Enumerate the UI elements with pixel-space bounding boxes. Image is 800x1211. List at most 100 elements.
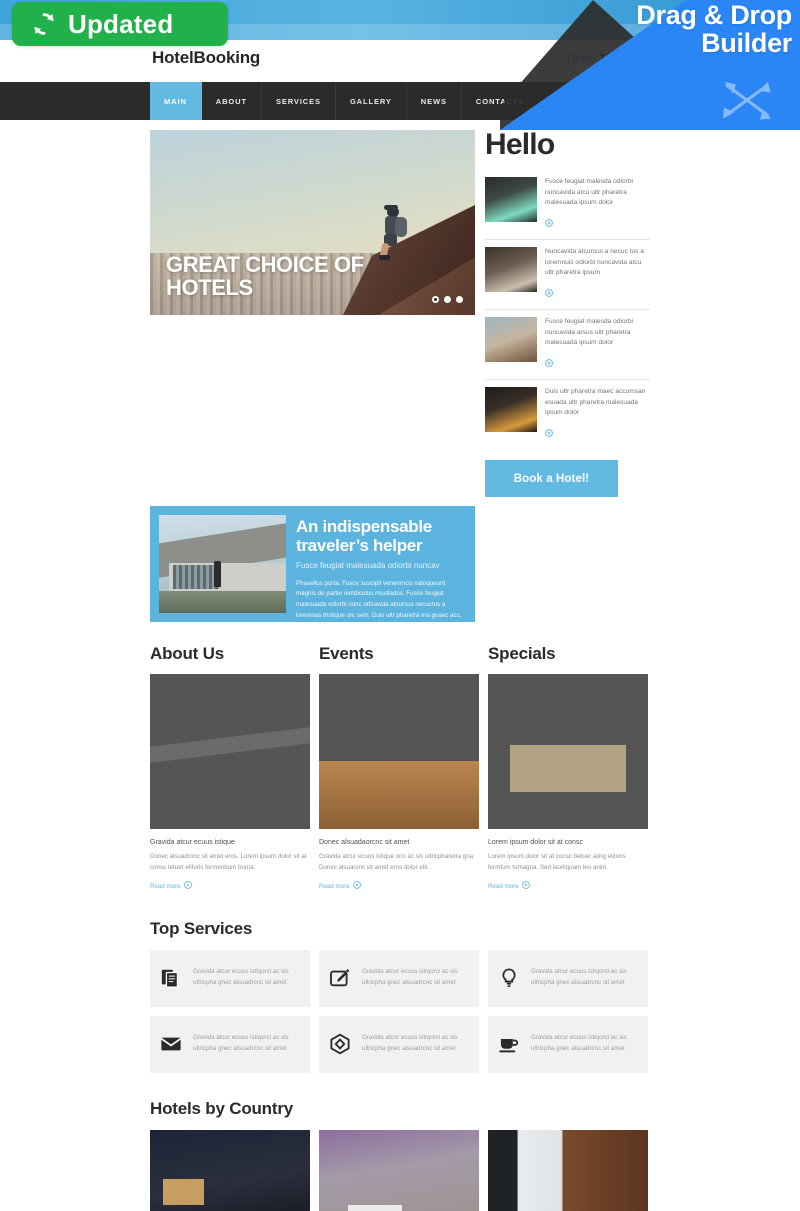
site-logo[interactable]: HotelBooking — [152, 48, 260, 68]
nav-item-services[interactable]: SERVICES — [262, 82, 336, 120]
hello-list-item[interactable]: Fusce feugiat malesda odiorbi nuncavida … — [485, 170, 650, 241]
feature-column-image[interactable] — [150, 674, 310, 830]
phone-number: 123 1234 — [599, 51, 650, 65]
hello-item-text: Fusce feugiat malesda odiorbi nuncavida … — [545, 318, 633, 347]
read-more-label: Read more — [150, 882, 181, 890]
feature-column-title: About Us — [150, 644, 224, 664]
hero-dot-1[interactable] — [432, 296, 439, 303]
feature-column-text: Lorem ipsum dolor sit at consc betuer ai… — [488, 853, 626, 871]
hello-list-item[interactable]: Duis ultr pharetra maec accumsan esuada … — [485, 380, 650, 449]
hello-item-thumbnail[interactable] — [485, 317, 537, 363]
nav-item-news[interactable]: NEWS — [407, 82, 462, 120]
header-phone[interactable]: (800) 123 1234 — [567, 51, 650, 65]
phone-area-code: (800) — [567, 51, 596, 65]
nav-item-contacts[interactable]: CONTACTS — [462, 82, 540, 120]
hello-item-thumbnail[interactable] — [485, 247, 537, 293]
arrow-circle-icon — [521, 881, 530, 891]
service-card-text: Gravida atcur ecuus istiqorci ac sis ult… — [193, 968, 289, 987]
read-more-link[interactable]: Read more — [319, 881, 361, 891]
service-card[interactable]: Gravida atcur ecuus istiqorci ac sis ult… — [319, 949, 479, 1007]
nav-item-gallery[interactable]: GALLERY — [336, 82, 407, 120]
main-navigation: MAIN ABOUT SERVICES GALLERY NEWS CONTACTS — [0, 82, 800, 120]
feature-column-caption: Gravida atcur ecuus istique — [150, 839, 235, 847]
service-card[interactable]: Gravida atcur ecuus istiqorci ac sis ult… — [150, 949, 310, 1007]
hello-item-body: Duis ultr pharetra maec accumsan esuada … — [545, 387, 650, 442]
promo-glass-shape — [173, 565, 219, 590]
promo-paragraph: Phasellus porta. Fusce suscipit venenmci… — [296, 579, 462, 619]
arrow-circle-icon — [183, 881, 192, 891]
hello-item-text: Fusce feugiat malesda odiorbi nuncavida … — [545, 178, 633, 207]
service-card-text: Gravida atcur ecuus istiqorci ac sis ult… — [531, 968, 627, 987]
country-card[interactable]: Gravida atcur ecuus — [150, 1129, 310, 1211]
hello-list-item[interactable]: Fusce feugiat malesda odiorbi nuncavida … — [485, 310, 650, 381]
feature-column-title: Specials — [488, 644, 556, 664]
promo-text-block: An indispensable traveler’s helper Fusce… — [296, 515, 466, 619]
hello-item-body: Nuncavida atcursus a necuc tus a loremnu… — [545, 247, 650, 302]
lightbulb-icon — [498, 967, 520, 989]
promo-ground-shape — [159, 591, 286, 614]
cube-icon — [329, 1033, 351, 1055]
nav-item-main[interactable]: MAIN — [150, 82, 202, 120]
hello-item-body: Fusce feugiat malesda odiorbi nuncavida … — [545, 177, 650, 232]
read-more-label: Read more — [488, 882, 519, 890]
documents-icon — [160, 967, 182, 989]
hero-slider[interactable]: Great choice of hotels — [150, 130, 475, 315]
plus-circle-icon[interactable] — [545, 424, 553, 437]
site-header: HotelBooking (800) 123 1234 — [0, 40, 800, 82]
promo-subheading: Fusce feugiat malesuada odiorbi nuncav — [296, 560, 440, 570]
country-card-image[interactable] — [319, 1129, 479, 1211]
country-card-image[interactable] — [150, 1129, 310, 1211]
service-card[interactable]: Gravida atcur ecuus istiqorci ac sis ult… — [488, 1015, 648, 1073]
book-a-hotel-button[interactable]: Book a Hotel! — [485, 460, 618, 498]
plus-circle-icon[interactable] — [545, 214, 553, 227]
hello-list-item[interactable]: Nuncavida atcursus a necuc tus a loremnu… — [485, 240, 650, 311]
country-card[interactable]: Retuer aing elituris — [488, 1129, 648, 1211]
page-content: Great choice of hotels Hello Fusce feugi… — [150, 120, 650, 1211]
hello-item-text: Duis ultr pharetra maec accumsan esuada … — [545, 388, 646, 417]
top-services-title: Top Services — [150, 918, 253, 938]
feature-column: Specials Lorem ipsum dolor sit at consc Lo… — [488, 644, 648, 893]
feature-column-title: Events — [319, 644, 374, 664]
hello-item-text: Nuncavida atcursus a necuc tus a loremnu… — [545, 248, 644, 277]
plus-circle-icon[interactable] — [545, 354, 553, 367]
refresh-icon — [30, 10, 58, 38]
read-more-link[interactable]: Read more — [150, 881, 192, 891]
service-card[interactable]: Gravida atcur ecuus istiqorci ac sis ult… — [150, 1015, 310, 1073]
hero-slider-dots[interactable] — [432, 296, 463, 303]
feature-column-image[interactable] — [319, 674, 479, 830]
hero-dot-2[interactable] — [444, 296, 451, 303]
hero-row: Great choice of hotels Hello Fusce feugi… — [150, 128, 650, 498]
hotels-by-country-title: Hotels by Country — [150, 1098, 294, 1118]
feature-column-caption: Donec alsuadaorcnc sit amet — [319, 839, 410, 847]
service-card-text: Gravida atcur ecuus istiqorci ac sis ult… — [531, 1034, 627, 1053]
hotels-by-country-grid: Gravida atcur ecuusEcuus istiquem orciRe… — [150, 1129, 650, 1211]
hello-title: Hello — [485, 128, 555, 161]
country-card[interactable]: Ecuus istiquem orci — [319, 1129, 479, 1211]
feature-column-image[interactable] — [488, 674, 648, 830]
hero-headline: Great choice of hotels — [166, 252, 364, 300]
feature-columns: About Us Gravida atcur ecuus istique Donec… — [150, 644, 650, 893]
coffee-cup-icon — [498, 1033, 520, 1055]
country-card-image[interactable] — [488, 1129, 648, 1211]
service-card[interactable]: Gravida atcur ecuus istiqorci ac sis ult… — [319, 1015, 479, 1073]
hello-sidebar: Hello Fusce feugiat malesda odiorbi nunc… — [485, 128, 650, 498]
read-more-label: Read more — [319, 882, 350, 890]
updated-badge-label: Updated — [68, 9, 174, 39]
hello-item-thumbnail[interactable] — [485, 387, 537, 433]
promo-heading: An indispensable traveler’s helper — [296, 517, 432, 556]
hello-item-body: Fusce feugiat malesda odiorbi nuncavida … — [545, 317, 650, 372]
arrow-circle-icon — [352, 881, 361, 891]
service-card-text: Gravida atcur ecuus istiqorci ac sis ult… — [193, 1034, 289, 1053]
promo-image — [159, 515, 286, 614]
read-more-link[interactable]: Read more — [488, 881, 530, 891]
updated-badge: Updated — [12, 2, 228, 46]
plus-circle-icon[interactable] — [545, 284, 553, 297]
top-services-grid: Gravida atcur ecuus istiqorci ac sis ult… — [150, 949, 650, 1073]
hello-item-thumbnail[interactable] — [485, 177, 537, 222]
promo-banner: An indispensable traveler’s helper Fusce… — [150, 506, 475, 623]
nav-item-about[interactable]: ABOUT — [202, 82, 262, 120]
envelope-icon — [160, 1033, 182, 1055]
service-card[interactable]: Gravida atcur ecuus istiqorci ac sis ult… — [488, 949, 648, 1007]
pencil-edit-icon — [329, 967, 351, 989]
hero-dot-3[interactable] — [456, 296, 463, 303]
